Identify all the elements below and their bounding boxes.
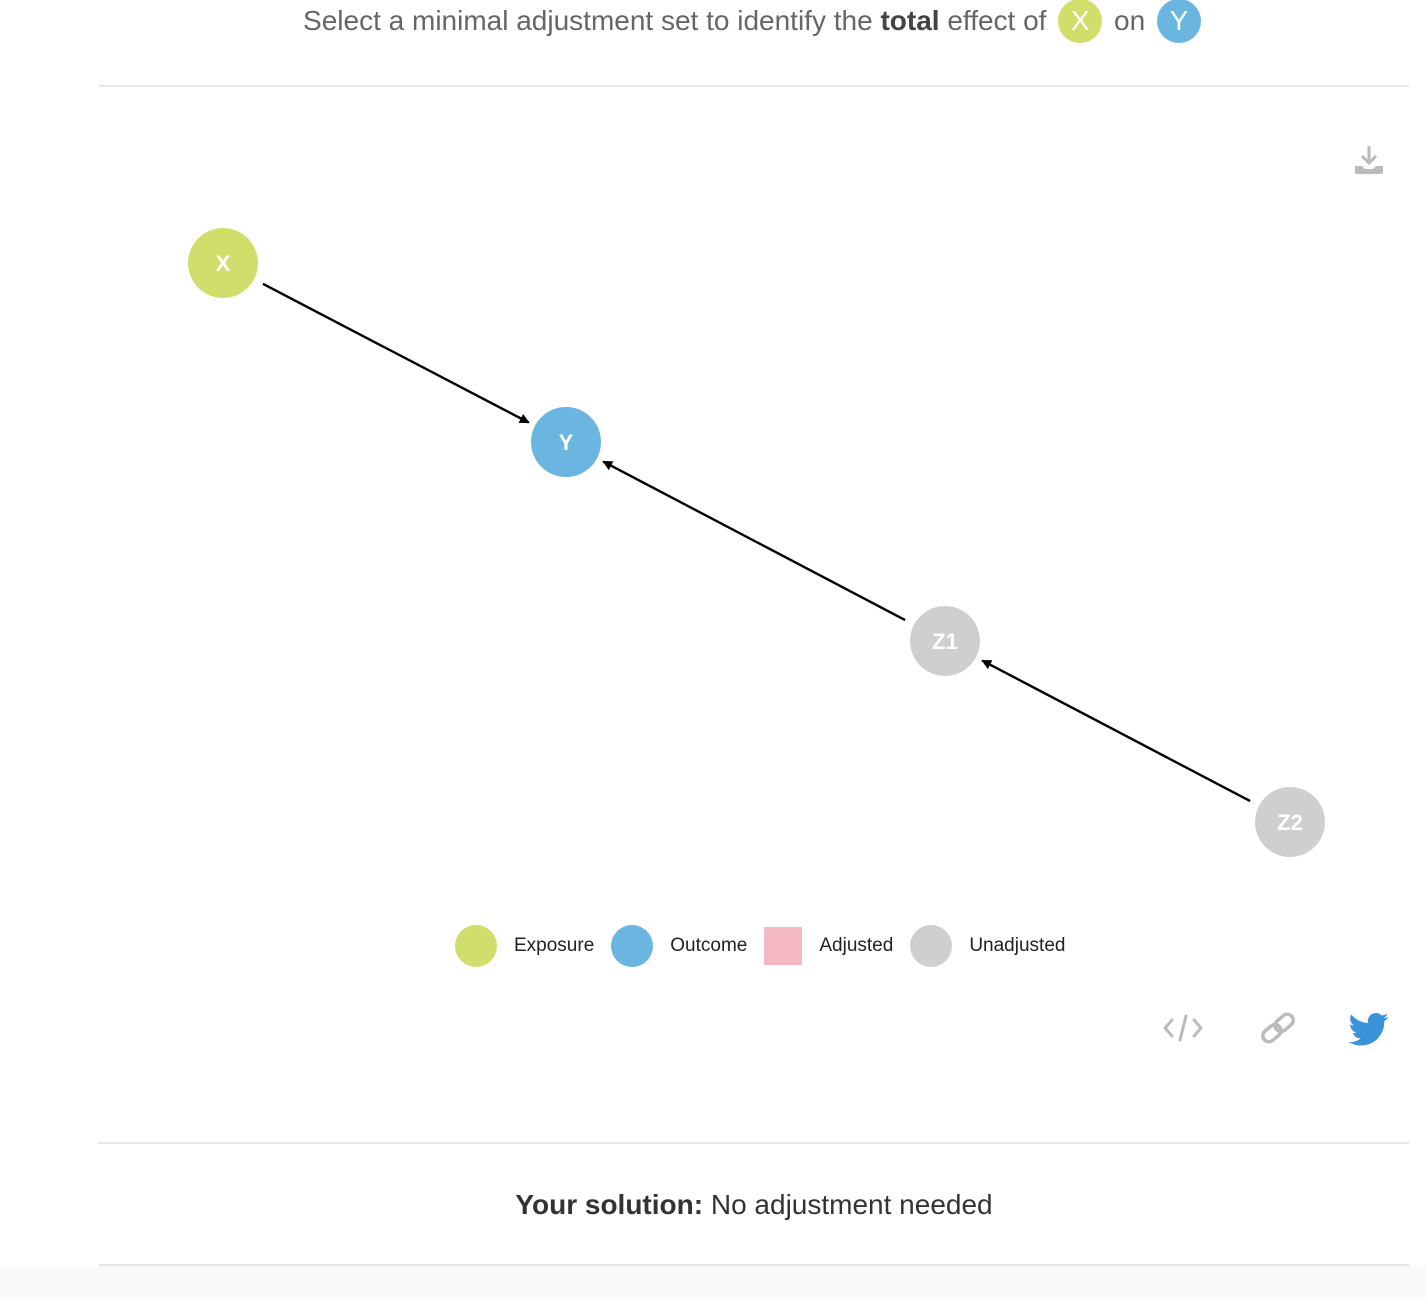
prompt-connector: on (1114, 5, 1146, 36)
solution-value: No adjustment needed (710, 1189, 993, 1220)
legend-label-adjusted: Adjusted (819, 935, 894, 956)
node-z2[interactable]: Z2 (1255, 787, 1325, 857)
embed-code-button[interactable] (1161, 1008, 1205, 1048)
prompt-middle: effect of (947, 5, 1047, 36)
legend-label-exposure: Exposure (514, 935, 595, 956)
question-prompt: Select a minimal adjustment set to ident… (0, 0, 1426, 46)
node-label-y: Y (559, 430, 574, 455)
legend-label-unadjusted: Unadjusted (969, 935, 1066, 956)
link-icon (1261, 1012, 1295, 1044)
solution-label: Your solution: (515, 1189, 704, 1220)
page-footer-area (0, 1266, 1426, 1300)
edge-z1-to-y (602, 460, 906, 622)
node-z1[interactable]: Z1 (910, 606, 980, 676)
legend-swatch-unadjusted (910, 925, 953, 967)
top-divider (99, 85, 1409, 87)
bottom-divider (99, 1264, 1409, 1266)
node-y[interactable]: Y (531, 407, 601, 477)
copy-link-button[interactable] (1256, 1008, 1300, 1048)
node-label-z2: Z2 (1277, 810, 1303, 835)
middle-divider (99, 1142, 1409, 1144)
dag-canvas: X Y Z1 Z2 (188, 228, 1325, 857)
legend-label-outcome: Outcome (670, 935, 748, 956)
download-icon (1355, 146, 1383, 174)
code-icon (1163, 1014, 1203, 1042)
share-twitter-button[interactable] (1347, 1008, 1391, 1048)
solution-summary: Your solution: No adjustment needed (99, 1180, 1409, 1230)
edge-z2-to-z1 (981, 659, 1251, 803)
node-x[interactable]: X (188, 228, 258, 298)
node-label-x: X (216, 251, 231, 276)
legend-swatch-adjusted (764, 927, 803, 965)
outcome-chip: Y (1156, 0, 1201, 43)
legend-swatch-exposure (455, 925, 497, 967)
edge-x-to-y (262, 282, 530, 424)
exposure-chip: X (1058, 0, 1103, 43)
legend-swatch-outcome (611, 925, 654, 967)
prompt-emphasis: total (880, 5, 940, 36)
prompt-prefix: Select a minimal adjustment set to ident… (303, 5, 873, 36)
download-button[interactable] (1350, 142, 1388, 180)
twitter-icon (1348, 1013, 1389, 1046)
node-label-z1: Z1 (932, 629, 958, 654)
legend: Exposure Outcome Adjusted Unadjusted (455, 924, 1082, 968)
